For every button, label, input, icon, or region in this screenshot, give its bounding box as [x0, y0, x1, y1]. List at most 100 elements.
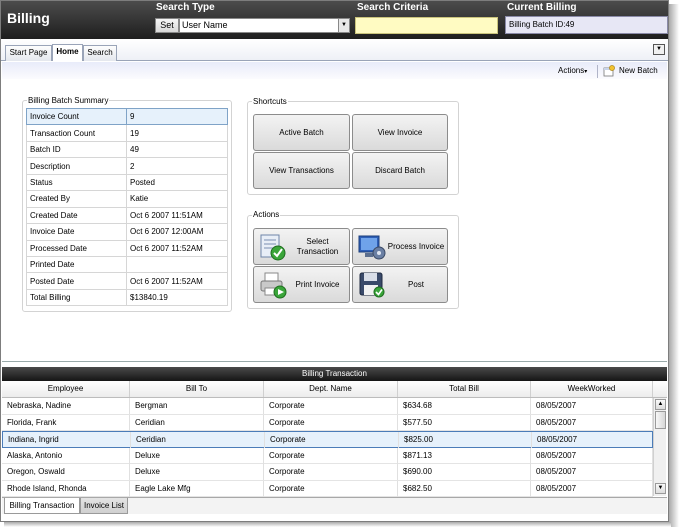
summary-row: Batch ID 49 [26, 140, 228, 159]
summary-row: Total Billing $13840.19 [26, 288, 228, 307]
table-cell: Corporate [265, 432, 399, 448]
view-transactions-button[interactable]: View Transactions [253, 152, 350, 189]
summary-value: 49 [126, 140, 228, 159]
table-cell: 08/05/2007 [531, 464, 653, 480]
summary-value: $13840.19 [126, 288, 228, 307]
column-total-bill[interactable]: Total Bill [398, 381, 531, 397]
scroll-down-icon[interactable]: ▼ [655, 483, 666, 494]
scroll-thumb[interactable] [655, 411, 666, 429]
new-batch-icon[interactable] [603, 65, 615, 77]
column-dept-name[interactable]: Dept. Name [264, 381, 398, 397]
current-billing-label: Current Billing [507, 2, 577, 13]
bottom-tab-strip: Billing Transaction Invoice List [2, 497, 667, 514]
table-cell: $690.00 [398, 464, 531, 480]
vertical-scrollbar[interactable]: ▲ ▼ [653, 398, 666, 496]
summary-row: Description 2 [26, 157, 228, 175]
column-week-worked[interactable]: WeekWorked [531, 381, 653, 397]
tab-menu-icon[interactable]: ▼ [653, 44, 665, 55]
discard-batch-button[interactable]: Discard Batch [352, 152, 448, 189]
summary-key: Invoice Date [26, 223, 127, 241]
summary-key: Created By [26, 190, 127, 208]
print-invoice-icon [260, 272, 287, 299]
summary-row: Created Date Oct 6 2007 11:51AM [26, 206, 228, 225]
post-icon [359, 272, 385, 298]
table-row[interactable]: Nebraska, Nadine Bergman Corporate $634.68 0… [2, 398, 653, 415]
actions-menu-button[interactable]: Actions▾ [558, 66, 587, 75]
select-transaction-icon [260, 234, 286, 261]
table-cell: 08/05/2007 [532, 432, 654, 448]
table-row[interactable]: Alaska, Antonio Deluxe Corporate $871.13 08/… [2, 447, 653, 464]
grid-column-header: Employee Bill To Dept. Name Total Bill W… [2, 381, 667, 398]
table-row[interactable]: Florida, Frank Ceridian Corporate $577.50 08… [2, 414, 653, 431]
column-bill-to[interactable]: Bill To [130, 381, 264, 397]
summary-key: Posted Date [26, 272, 127, 290]
summary-key: Created Date [26, 206, 127, 225]
toolbar-divider [597, 65, 598, 78]
app-title: Billing [7, 10, 50, 26]
post-button[interactable]: Post [352, 266, 448, 303]
scroll-up-icon[interactable]: ▲ [655, 399, 666, 410]
table-cell: 08/05/2007 [531, 398, 653, 414]
current-billing-value: Billing Batch ID:49 [505, 16, 668, 34]
summary-table: Invoice Count 9 Transaction Count 19 Batch I… [26, 107, 228, 307]
billing-window: Billing Search Type Set User Name ▼ Sear… [0, 0, 669, 522]
search-type-value: User Name [182, 20, 228, 30]
table-cell: $682.50 [398, 480, 531, 497]
table-cell: $871.13 [398, 447, 531, 464]
select-transaction-button[interactable]: Select Transaction [253, 228, 350, 265]
shortcuts-title: Shortcuts [252, 97, 288, 106]
table-cell: Deluxe [130, 464, 264, 480]
new-batch-button[interactable]: New Batch [619, 66, 658, 75]
summary-title: Billing Batch Summary [27, 96, 110, 105]
summary-value: Katie [126, 190, 228, 208]
process-invoice-button[interactable]: Process Invoice [352, 228, 448, 265]
active-batch-button[interactable]: Active Batch [253, 114, 350, 151]
table-cell: 08/05/2007 [531, 447, 653, 464]
summary-row: Transaction Count 19 [26, 124, 228, 142]
column-employee[interactable]: Employee [2, 381, 130, 397]
summary-row: Posted Date Oct 6 2007 11:52AM [26, 272, 228, 290]
table-cell: Oregon, Oswald [2, 464, 130, 480]
table-cell: Alaska, Antonio [2, 447, 130, 464]
actions-title: Actions [252, 210, 281, 219]
table-row[interactable]: Rhode Island, Rhonda Eagle Lake Mfg Corpor… [2, 480, 653, 497]
tab-invoice-list[interactable]: Invoice List [80, 498, 128, 514]
table-cell: Corporate [264, 480, 398, 497]
table-cell: Ceridian [131, 432, 265, 448]
view-invoice-button[interactable]: View Invoice [352, 114, 448, 151]
print-invoice-button[interactable]: Print Invoice [253, 266, 350, 303]
summary-value: Oct 6 2007 11:52AM [126, 272, 228, 290]
summary-key: Processed Date [26, 239, 127, 257]
table-row[interactable]: Indiana, Ingrid Ceridian Corporate $825.00 0… [2, 431, 654, 448]
summary-value: Oct 6 2007 11:51AM [126, 206, 228, 225]
summary-row: Status Posted [26, 173, 228, 192]
process-invoice-icon [358, 235, 386, 260]
search-type-select[interactable]: User Name ▼ [179, 18, 350, 33]
set-button[interactable]: Set [155, 18, 179, 33]
table-cell: Indiana, Ingrid [3, 432, 131, 448]
tab-home[interactable]: Home [52, 44, 83, 61]
search-criteria-input[interactable] [355, 17, 498, 34]
table-cell: 08/05/2007 [531, 480, 653, 497]
summary-value: Posted [126, 173, 228, 192]
chevron-down-icon[interactable]: ▼ [338, 19, 349, 32]
tab-search[interactable]: Search [83, 45, 117, 61]
table-cell: Corporate [264, 447, 398, 464]
summary-row: Processed Date Oct 6 2007 11:52AM [26, 239, 228, 257]
summary-key: Invoice Count [26, 107, 127, 126]
summary-row: Invoice Date Oct 6 2007 12:00AM [26, 223, 228, 241]
tab-start-page[interactable]: Start Page [5, 45, 52, 61]
summary-key: Description [26, 157, 127, 175]
summary-value: 19 [126, 124, 228, 142]
tab-billing-transaction[interactable]: Billing Transaction [4, 498, 80, 514]
table-cell: $825.00 [399, 432, 532, 448]
summary-value: Oct 6 2007 12:00AM [126, 223, 228, 241]
summary-value: 9 [126, 107, 228, 126]
summary-value: Oct 6 2007 11:52AM [126, 239, 228, 257]
summary-key: Transaction Count [26, 124, 127, 142]
table-row[interactable]: Oregon, Oswald Deluxe Corporate $690.00 08/0… [2, 464, 653, 481]
summary-key: Status [26, 173, 127, 192]
summary-value [126, 255, 228, 274]
table-cell: Corporate [264, 414, 398, 431]
table-cell: Eagle Lake Mfg [130, 480, 264, 497]
